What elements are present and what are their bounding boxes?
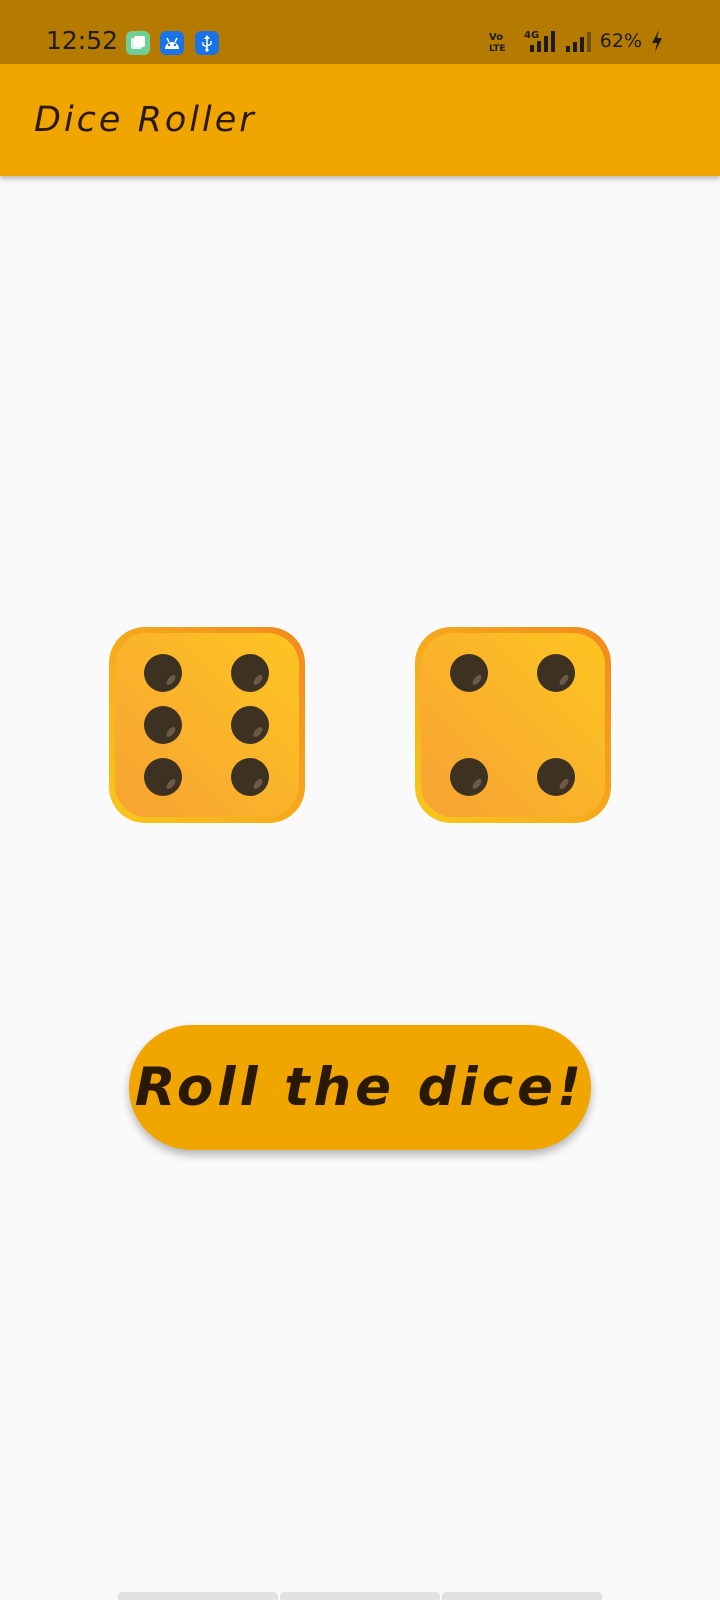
signal-4g-icon: 4G — [524, 30, 555, 52]
network-type-label: 4G — [524, 30, 539, 41]
battery-percent: 62% — [599, 30, 642, 52]
app-title: Dice Roller — [34, 100, 257, 140]
gesture-nav-handle-center[interactable] — [280, 1592, 440, 1600]
svg-text:LTE: LTE — [489, 44, 506, 52]
signal-icon — [565, 32, 591, 52]
charging-icon — [652, 30, 662, 52]
status-time: 12:52 — [46, 26, 119, 55]
right-die — [413, 625, 613, 825]
die-6-image — [109, 627, 305, 823]
die-4-image — [415, 627, 611, 823]
android-icon — [160, 31, 184, 55]
left-die — [107, 625, 307, 825]
usb-icon — [195, 31, 219, 55]
gesture-nav-handle[interactable] — [118, 1592, 278, 1600]
svg-text:Vo: Vo — [489, 32, 503, 43]
roll-dice-button[interactable]: Roll the dice! — [129, 1025, 591, 1150]
status-bar: 12:52 Vo LTE 4G 62% — [0, 0, 720, 64]
gallery-icon — [126, 31, 150, 55]
status-indicators: Vo LTE 4G 62% — [488, 26, 664, 56]
app-bar: Dice Roller — [0, 64, 720, 176]
gesture-nav-handle-right[interactable] — [442, 1592, 602, 1600]
roll-dice-button-label: Roll the dice! — [134, 1057, 586, 1118]
volte-icon: Vo LTE — [489, 32, 506, 52]
